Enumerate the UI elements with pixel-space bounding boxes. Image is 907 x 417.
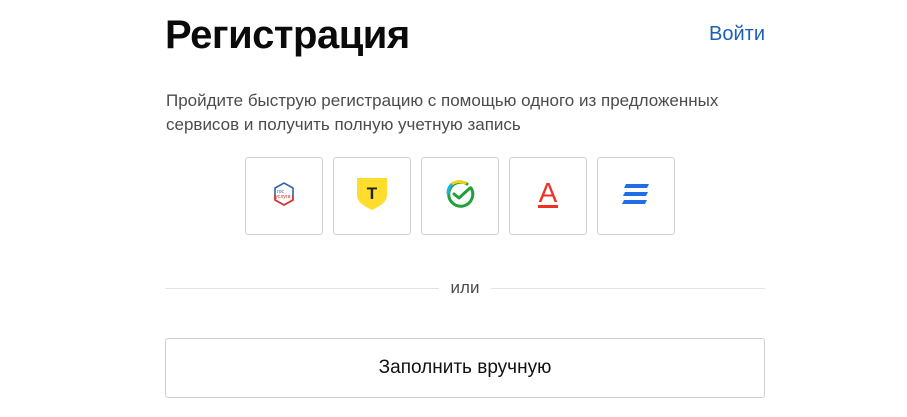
- alfa-bank-icon: А: [535, 177, 561, 215]
- tinkoff-button[interactable]: Т: [333, 157, 411, 235]
- gosuslugi-logo-text-2: услуги: [276, 194, 291, 200]
- vtb-icon: [622, 183, 650, 210]
- sber-button[interactable]: [421, 157, 499, 235]
- alfa-logo-letter: А: [539, 178, 558, 208]
- tinkoff-logo-letter: Т: [367, 184, 378, 203]
- divider-text: или: [450, 278, 480, 297]
- fill-manually-button[interactable]: Заполнить вручную: [165, 338, 765, 398]
- page-title: Регистрация: [165, 13, 410, 57]
- gosuslugi-icon: гос услуги: [271, 181, 297, 212]
- tinkoff-icon: Т: [356, 177, 388, 216]
- intro-text: Пройдите быструю регистрацию с помощью о…: [166, 91, 719, 134]
- sber-icon: [445, 179, 475, 214]
- vtb-button[interactable]: [597, 157, 675, 235]
- registration-page: Регистрация Войти Пройдите быструю регис…: [0, 0, 907, 417]
- or-divider: или: [165, 278, 766, 298]
- divider-line-left: [165, 287, 439, 289]
- service-buttons: гос услуги Т А: [245, 157, 675, 235]
- alfa-bank-button[interactable]: А: [509, 157, 587, 235]
- login-link[interactable]: Войти: [709, 22, 765, 46]
- divider-line-right: [491, 287, 766, 289]
- gosuslugi-button[interactable]: гос услуги: [245, 157, 323, 235]
